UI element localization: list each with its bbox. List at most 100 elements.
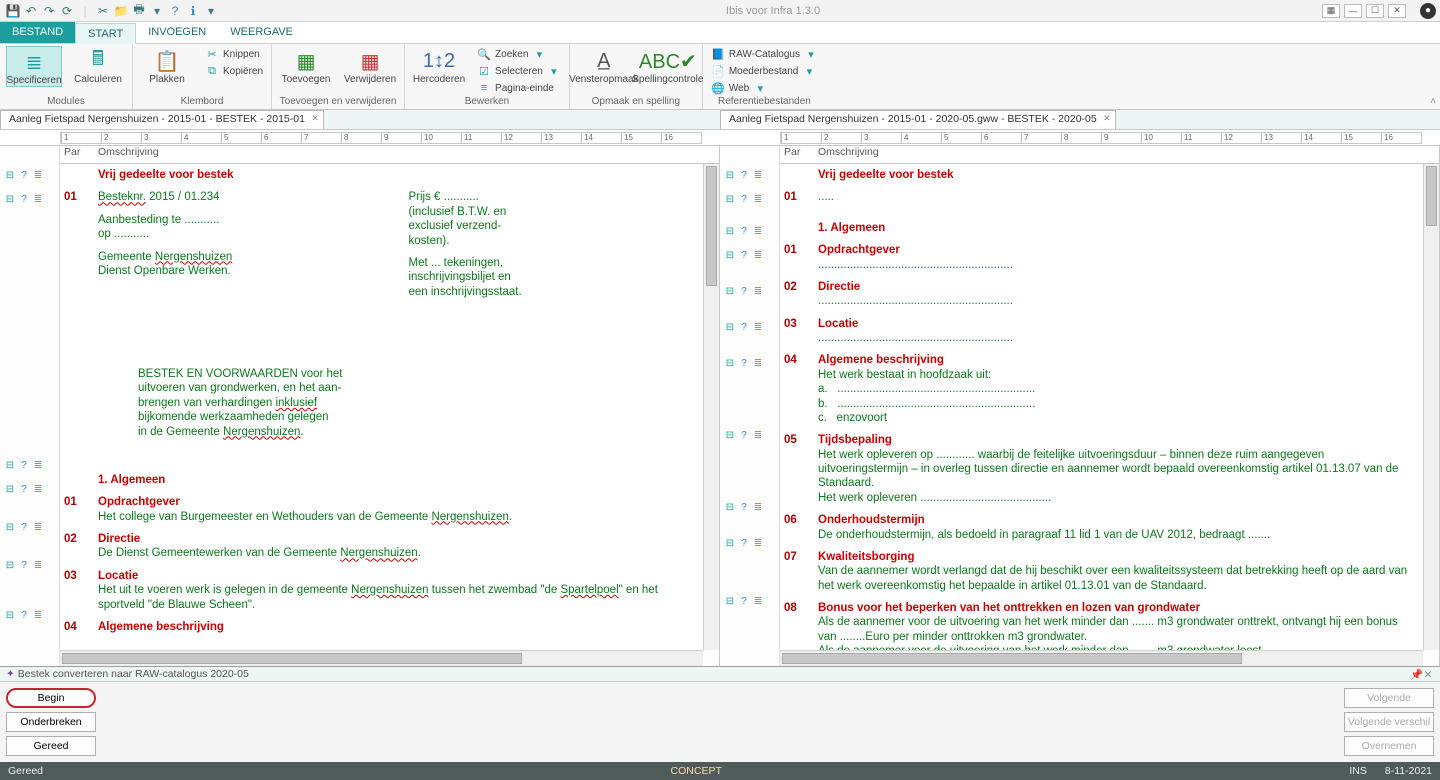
gutter-row[interactable]: ⊟?≣ — [720, 248, 779, 262]
web-button[interactable]: 🌐Web▾ — [709, 80, 820, 96]
scrollbar-thumb[interactable] — [706, 166, 717, 286]
vensteropmaak-button[interactable]: A̲ Vensteropmaak — [576, 46, 632, 85]
doc-body-right[interactable]: Vrij gedeelte voor bestek 01..... 1. Alg… — [780, 164, 1423, 650]
window-controls: ▦ — ☐ ✕ — [1322, 4, 1412, 18]
gutter-row[interactable]: ⊟?≣ — [0, 192, 59, 206]
gutter-row[interactable]: ⊟?≣ — [720, 536, 779, 550]
close-icon[interactable]: ✕ — [1103, 113, 1111, 124]
plakken-button[interactable]: 📋 Plakken — [139, 46, 195, 85]
qat-refresh-icon[interactable]: ⟳ — [60, 4, 74, 18]
gutter-row[interactable]: ⊟?≣ — [720, 594, 779, 608]
doc-wrap-left: Par Omschrijving Vrij gedeelte voor best… — [60, 146, 719, 666]
toevoegen-button[interactable]: ▦ Toevoegen — [278, 46, 334, 85]
section-body: ..... — [818, 190, 1415, 204]
gutter-row[interactable]: ⊟?≣ — [0, 482, 59, 496]
gutter-row[interactable]: ⊟?≣ — [0, 608, 59, 622]
calculeren-button[interactable]: 🖩 Calculeren — [70, 46, 126, 85]
volgende-verschil-button[interactable]: Volgende verschil — [1344, 712, 1434, 732]
scrollbar-thumb[interactable] — [1426, 166, 1437, 226]
qat-cut-icon[interactable]: ✂ — [96, 4, 110, 18]
user-avatar-icon[interactable]: ● — [1420, 3, 1436, 19]
qat-more-icon[interactable]: ▾ — [204, 4, 218, 18]
spellcheck-icon: ABC✔ — [654, 48, 682, 74]
volgende-button[interactable]: Volgende — [1344, 688, 1434, 708]
chevron-down-icon: ▾ — [547, 64, 561, 78]
toggle-icon: ? — [738, 501, 750, 513]
gutter-row[interactable]: ⊟?≣ — [720, 428, 779, 442]
toggle-icon: ? — [738, 357, 750, 369]
window-minimize-icon[interactable]: — — [1344, 4, 1362, 18]
tab-weergave[interactable]: WEERGAVE — [218, 22, 305, 43]
gutter-row[interactable]: ⊟?≣ — [720, 500, 779, 514]
close-icon[interactable]: ✕ — [311, 113, 319, 124]
spellingcontrole-button[interactable]: ABC✔ Spellingcontrole — [640, 46, 696, 85]
list-icon: ≣ — [752, 321, 764, 333]
section-body: De onderhoudstermijn, als bedoeld in par… — [818, 529, 1270, 541]
gutter-row[interactable]: ⊟?≣ — [0, 558, 59, 572]
hercoderen-button[interactable]: 1↕2 Hercoderen — [411, 46, 467, 85]
knippen-button[interactable]: ✂Knippen — [203, 46, 265, 62]
qat-help-icon[interactable]: ? — [168, 4, 182, 18]
qat-print-icon[interactable]: 🖶 — [132, 4, 146, 18]
gutter-row[interactable]: ⊟?≣ — [720, 320, 779, 334]
col-par: Par — [60, 146, 94, 163]
app-title: Ibis voor Infra 1.3.0 — [224, 5, 1322, 17]
overnemen-button[interactable]: Overnemen — [1344, 736, 1434, 756]
gutter-row[interactable]: ⊟?≣ — [720, 356, 779, 370]
ribbon-group-klembord: 📋 Plakken ✂Knippen ⧉Kopiëren Klembord — [133, 44, 272, 109]
window-layout-icon[interactable]: ▦ — [1322, 4, 1340, 18]
selecteren-button[interactable]: ☑Selecteren▾ — [475, 63, 563, 79]
onderbreken-button[interactable]: Onderbreken — [6, 712, 96, 732]
qat-dropdown-icon[interactable]: ▾ — [150, 4, 164, 18]
scrollbar-vertical[interactable] — [703, 164, 719, 650]
tab-start[interactable]: START — [75, 23, 136, 44]
zoeken-button[interactable]: 🔍Zoeken▾ — [475, 46, 563, 62]
klembord-group-label: Klembord — [139, 96, 265, 108]
specificeren-button[interactable]: ≣ Specificeren — [6, 46, 62, 87]
kopieren-label: Kopiëren — [223, 66, 263, 77]
doc-body-left[interactable]: Vrij gedeelte voor bestek 01 Besteknr. 2… — [60, 164, 703, 650]
collapse-icon: ⊟ — [724, 285, 736, 297]
scrollbar-horizontal[interactable] — [60, 650, 703, 666]
moederbestand-button[interactable]: 📄Moederbestand▾ — [709, 63, 820, 79]
gutter-row[interactable]: ⊟?≣ — [0, 520, 59, 534]
section-title: Tijdsbepaling — [818, 434, 892, 446]
paginaeinde-button[interactable]: ≡Pagina-einde — [475, 80, 563, 96]
section-title: Directie — [98, 533, 140, 545]
conversion-panel: ✦ Bestek converteren naar RAW-catalogus … — [0, 666, 1440, 762]
tab-bestand[interactable]: BESTAND — [0, 22, 75, 43]
window-close-icon[interactable]: ✕ — [1388, 4, 1406, 18]
tab-invoegen[interactable]: INVOEGEN — [136, 22, 218, 43]
doc-wrap-right: Par Omschrijving Vrij gedeelte voor best… — [780, 146, 1439, 666]
gutter-row[interactable]: ⊟?≣ — [720, 284, 779, 298]
gutter-row[interactable]: ⊟?≣ — [0, 168, 59, 182]
pin-icon[interactable]: 📌 — [1410, 668, 1422, 681]
window-maximize-icon[interactable]: ☐ — [1366, 4, 1384, 18]
ruler-left[interactable]: 12345678910111213141516 — [60, 132, 702, 144]
par-num: 02 — [64, 532, 98, 561]
qat-info-icon[interactable]: ℹ — [186, 4, 200, 18]
close-icon[interactable]: ✕ — [1422, 669, 1434, 681]
kopieren-button[interactable]: ⧉Kopiëren — [203, 63, 265, 79]
gutter-row[interactable]: ⊟?≣ — [720, 192, 779, 206]
collapse-icon: ⊟ — [4, 169, 16, 181]
gutter-row[interactable]: ⊟?≣ — [720, 224, 779, 238]
verwijderen-button[interactable]: ▦ Verwijderen — [342, 46, 398, 85]
doc-tab-right[interactable]: Aanleg Fietspad Nergenshuizen - 2015-01 … — [720, 110, 1116, 129]
begin-button[interactable]: Begin — [6, 688, 96, 708]
ruler-right[interactable]: 12345678910111213141516 — [780, 132, 1422, 144]
qat-folder-icon[interactable]: 📁 — [114, 4, 128, 18]
qat-save-icon[interactable]: 💾 — [6, 4, 20, 18]
ribbon-collapse-icon[interactable]: ˄ — [1430, 96, 1436, 107]
scrollbar-thumb[interactable] — [62, 653, 522, 664]
scrollbar-thumb[interactable] — [782, 653, 1242, 664]
scrollbar-horizontal[interactable] — [780, 650, 1423, 666]
rawcatalogus-button[interactable]: 📘RAW-Catalogus▾ — [709, 46, 820, 62]
scrollbar-vertical[interactable] — [1423, 164, 1439, 650]
gutter-row[interactable]: ⊟?≣ — [720, 168, 779, 182]
qat-redo-icon[interactable]: ↷ — [42, 4, 56, 18]
qat-undo-icon[interactable]: ↶ — [24, 4, 38, 18]
gutter-row[interactable]: ⊟?≣ — [0, 458, 59, 472]
gereed-button[interactable]: Gereed — [6, 736, 96, 756]
doc-tab-left[interactable]: Aanleg Fietspad Nergenshuizen - 2015-01 … — [0, 110, 324, 129]
